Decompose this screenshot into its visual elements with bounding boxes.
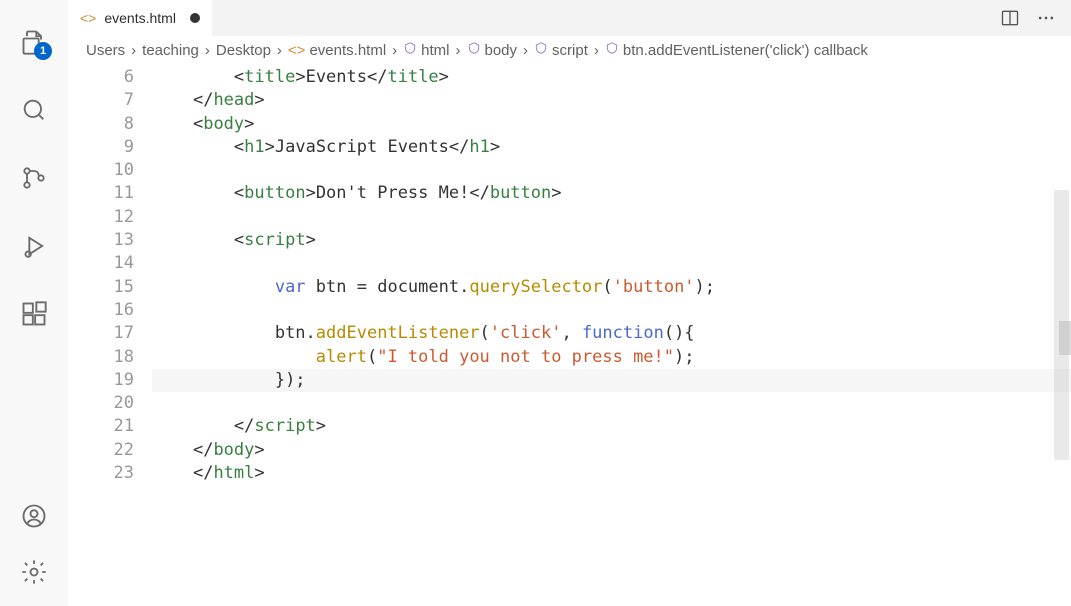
minimap-handle[interactable] (1059, 321, 1071, 355)
breadcrumb[interactable]: Users › teaching › Desktop › <>events.html › htm… (68, 36, 1071, 64)
breadcrumb-item[interactable]: html (403, 41, 449, 59)
explorer-badge: 1 (34, 42, 52, 60)
account-icon[interactable] (10, 492, 58, 540)
source-control-icon[interactable] (10, 154, 58, 202)
line-number: 16 (68, 299, 134, 322)
html-file-icon: <> (288, 42, 306, 59)
line-number: 6 (68, 66, 134, 89)
line-number: 21 (68, 415, 134, 438)
code-line[interactable]: </html> (152, 462, 1071, 485)
chevron-right-icon: › (205, 42, 210, 59)
breadcrumb-item[interactable]: btn.addEventListener('click') callback (605, 41, 868, 59)
breadcrumb-item[interactable]: Users (86, 42, 125, 59)
search-icon[interactable] (10, 86, 58, 134)
code-line[interactable]: alert("I told you not to press me!"); (152, 346, 1071, 369)
symbol-icon (467, 41, 481, 59)
code-line[interactable]: </head> (152, 89, 1071, 112)
unsaved-indicator-icon (190, 13, 200, 23)
code-line[interactable]: <body> (152, 113, 1071, 136)
breadcrumb-item[interactable]: teaching (142, 42, 199, 59)
code-content[interactable]: <title>Events</title> </head> <body> <h1… (152, 64, 1071, 606)
breadcrumb-item[interactable]: body (467, 41, 518, 59)
breadcrumb-item[interactable]: Desktop (216, 42, 271, 59)
code-line[interactable]: <script> (152, 229, 1071, 252)
line-number: 20 (68, 392, 134, 415)
line-number: 19 (68, 369, 134, 392)
tab-actions (999, 7, 1071, 29)
line-number: 22 (68, 439, 134, 462)
explorer-icon[interactable]: 1 (10, 18, 58, 66)
line-number: 12 (68, 206, 134, 229)
line-number: 18 (68, 346, 134, 369)
run-debug-icon[interactable] (10, 222, 58, 270)
line-number: 15 (68, 276, 134, 299)
breadcrumb-item[interactable]: script (534, 41, 588, 59)
line-number: 23 (68, 462, 134, 485)
html-file-icon: <> (80, 10, 96, 26)
line-number: 9 (68, 136, 134, 159)
breadcrumb-item[interactable]: <>events.html (288, 42, 386, 59)
code-line[interactable]: var btn = document.querySelector('button… (152, 276, 1071, 299)
line-number: 13 (68, 229, 134, 252)
extensions-icon[interactable] (10, 290, 58, 338)
tab-bar: <> events.html (68, 0, 1071, 36)
symbol-icon (534, 41, 548, 59)
split-editor-icon[interactable] (999, 7, 1021, 29)
symbol-icon (403, 41, 417, 59)
chevron-right-icon: › (277, 42, 282, 59)
tab-events-html[interactable]: <> events.html (68, 0, 212, 36)
chevron-right-icon: › (131, 42, 136, 59)
editor-area: <> events.html Users › teaching › Desktop › <>… (68, 0, 1071, 606)
code-line[interactable] (152, 206, 1071, 229)
more-actions-icon[interactable] (1035, 7, 1057, 29)
chevron-right-icon: › (594, 42, 599, 59)
line-number: 14 (68, 252, 134, 275)
line-number: 7 (68, 89, 134, 112)
code-editor[interactable]: 67891011121314151617181920212223 <title>… (68, 64, 1071, 606)
line-number: 17 (68, 322, 134, 345)
code-line[interactable] (152, 392, 1071, 415)
chevron-right-icon: › (523, 42, 528, 59)
line-number: 8 (68, 113, 134, 136)
code-line[interactable]: }); (152, 369, 1071, 392)
code-line[interactable]: </script> (152, 415, 1071, 438)
activity-bar: 1 (0, 0, 68, 606)
settings-gear-icon[interactable] (10, 548, 58, 596)
symbol-icon (605, 41, 619, 59)
code-line[interactable] (152, 299, 1071, 322)
code-line[interactable] (152, 252, 1071, 275)
code-line[interactable] (152, 159, 1071, 182)
tab-filename: events.html (104, 10, 176, 26)
code-line[interactable]: <button>Don't Press Me!</button> (152, 182, 1071, 205)
chevron-right-icon: › (456, 42, 461, 59)
code-line[interactable]: </body> (152, 439, 1071, 462)
line-number: 10 (68, 159, 134, 182)
line-number: 11 (68, 182, 134, 205)
code-line[interactable]: <h1>JavaScript Events</h1> (152, 136, 1071, 159)
chevron-right-icon: › (392, 42, 397, 59)
code-line[interactable]: btn.addEventListener('click', function()… (152, 322, 1071, 345)
code-line[interactable]: <title>Events</title> (152, 66, 1071, 89)
line-number-gutter: 67891011121314151617181920212223 (68, 64, 152, 606)
